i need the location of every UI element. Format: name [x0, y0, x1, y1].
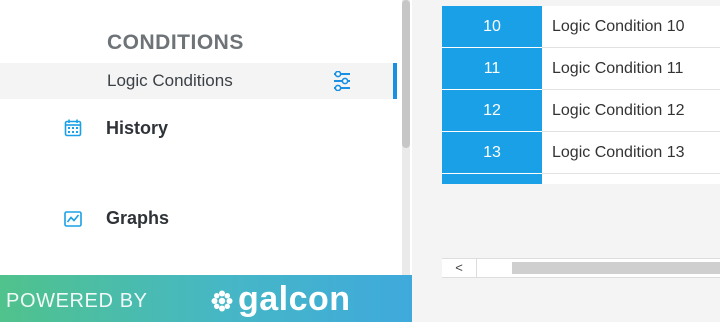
table-row[interactable]: 13 Logic Condition 13	[442, 132, 720, 174]
table-row[interactable]: 10 Logic Condition 10	[442, 6, 720, 48]
galcon-logo-icon	[211, 290, 233, 312]
scroll-left-button[interactable]: <	[442, 259, 477, 277]
table-row[interactable]: 11 Logic Condition 11	[442, 48, 720, 90]
active-indicator	[393, 63, 397, 99]
sliders-icon	[333, 70, 351, 92]
calendar-icon	[64, 119, 82, 137]
condition-name: Logic Condition 11	[552, 60, 684, 77]
condition-number: 13	[442, 132, 542, 173]
sidebar-item-label: Logic Conditions	[107, 71, 233, 90]
sidebar-item-label: History	[106, 118, 169, 138]
condition-name: Logic Condition 12	[552, 102, 685, 119]
condition-number: 10	[442, 6, 542, 47]
conditions-table: 10 Logic Condition 10 11 Logic Condition…	[442, 0, 720, 322]
condition-number: 12	[442, 90, 542, 131]
powered-by-footer: POWERED BY galcon	[0, 275, 412, 322]
sidebar-item-label: Graphs	[106, 208, 170, 228]
table-row	[442, 174, 720, 184]
line-chart-icon	[64, 210, 82, 228]
table-row[interactable]: 12 Logic Condition 12	[442, 90, 720, 132]
condition-name: Logic Condition 10	[552, 18, 685, 35]
conditions-section-heading: CONDITIONS	[107, 31, 244, 54]
sidebar-item-graphs[interactable]: Graphs	[0, 204, 396, 244]
sidebar-item-history[interactable]: History	[0, 109, 396, 149]
horizontal-scrollbar[interactable]: <	[442, 258, 720, 278]
sidebar-scrollbar-thumb[interactable]	[402, 0, 410, 148]
sidebar-item-logic-conditions[interactable]: Logic Conditions	[0, 63, 396, 99]
panel-divider	[412, 0, 442, 322]
condition-number-partial	[442, 174, 542, 184]
condition-name: Logic Condition 13	[552, 144, 685, 161]
powered-by-text: POWERED BY	[6, 290, 148, 312]
sidebar: CONDITIONS Logic Conditions History Grap…	[0, 0, 412, 322]
condition-number: 11	[442, 48, 542, 89]
galcon-logo: galcon	[238, 280, 351, 318]
horizontal-scrollbar-thumb[interactable]	[512, 262, 720, 274]
